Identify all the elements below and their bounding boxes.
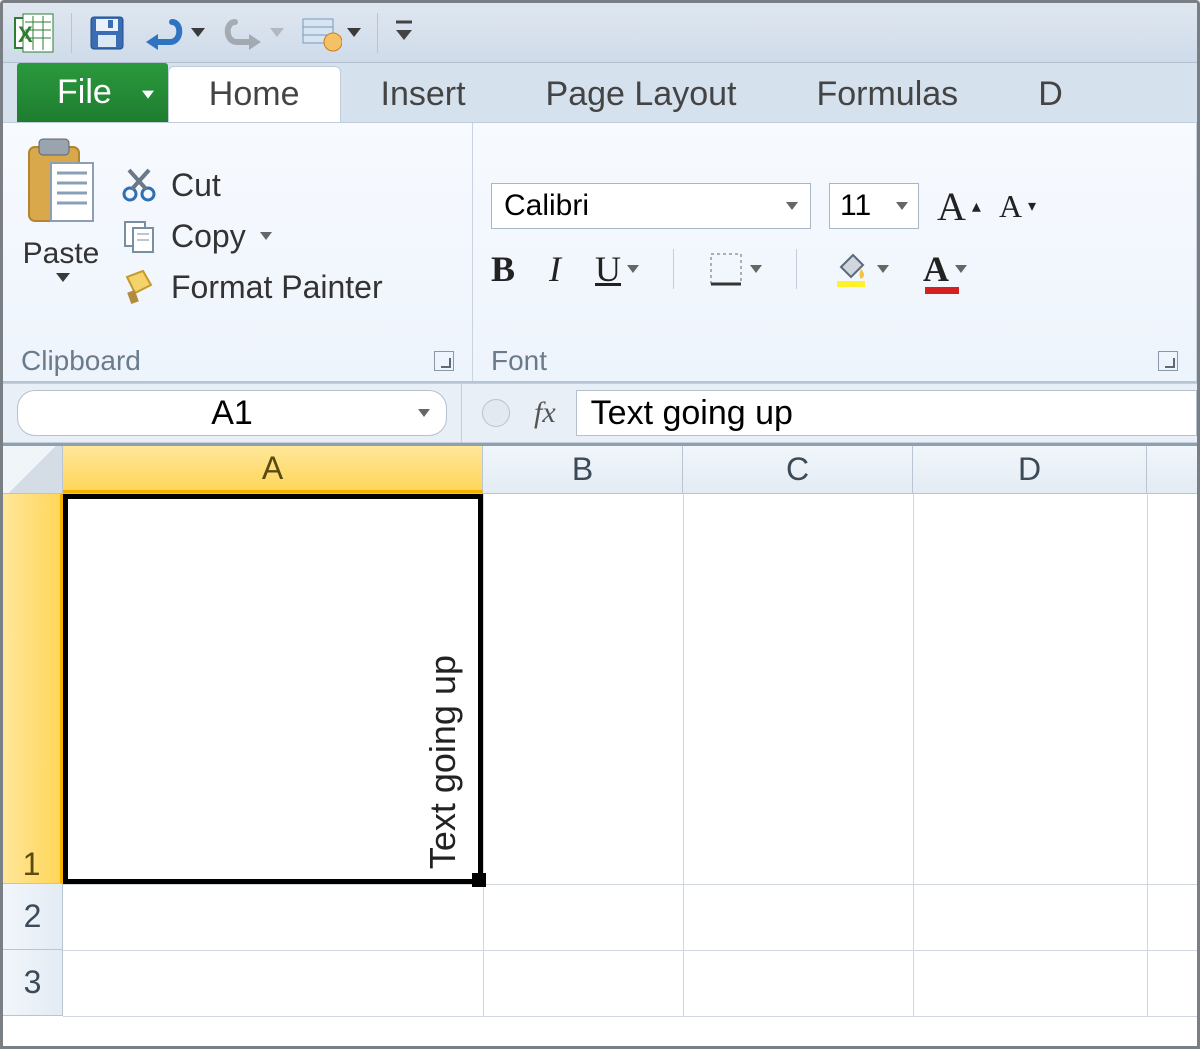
paintbrush-icon [121, 269, 157, 305]
format-painter-button[interactable]: Format Painter [121, 269, 383, 306]
tab-insert[interactable]: Insert [341, 67, 506, 122]
font-color-button[interactable]: A [923, 248, 967, 290]
fill-handle[interactable] [472, 873, 486, 887]
row-header-3[interactable]: 3 [3, 950, 63, 1016]
copy-button[interactable]: Copy [121, 218, 383, 255]
ribbon-tabs: File Home Insert Page Layout Formulas D [3, 63, 1197, 123]
separator [377, 13, 378, 53]
font-name-select[interactable]: Calibri [491, 183, 811, 229]
select-all-corner[interactable] [3, 446, 63, 493]
separator [71, 13, 72, 53]
bucket-icon [831, 249, 871, 289]
col-header-D[interactable]: D [913, 446, 1147, 493]
col-header-A[interactable]: A [63, 446, 483, 493]
increase-font-button[interactable]: A▴ [937, 183, 981, 230]
excel-app-icon[interactable]: X [13, 12, 55, 54]
copy-icon [121, 218, 157, 254]
font-dialog-launcher-icon[interactable] [1158, 351, 1178, 371]
name-box-dropdown-icon[interactable] [418, 409, 430, 417]
save-button[interactable] [88, 14, 126, 52]
cut-button[interactable]: Cut [121, 167, 383, 204]
bold-button[interactable]: B [491, 248, 515, 290]
column-headers: A B C D [3, 446, 1197, 494]
font-size-value: 11 [840, 189, 871, 223]
qat-extra-button[interactable] [300, 14, 361, 52]
separator [673, 249, 674, 289]
group-font: Calibri 11 A▴ A▾ B I U [473, 123, 1197, 381]
format-painter-label: Format Painter [171, 269, 383, 306]
cell-A1-text: Text going up [422, 655, 464, 869]
tab-home[interactable]: Home [168, 66, 341, 122]
border-button[interactable] [708, 251, 762, 287]
col-header-C[interactable]: C [683, 446, 913, 493]
svg-text:X: X [18, 22, 33, 47]
row-header-1[interactable]: 1 [3, 494, 63, 884]
group-clipboard: Paste Cut [3, 123, 473, 381]
separator [796, 249, 797, 289]
italic-button[interactable]: I [549, 248, 561, 290]
undo-dropdown-icon[interactable] [191, 28, 205, 37]
ribbon: Paste Cut [3, 123, 1197, 383]
name-box-value: A1 [211, 394, 253, 433]
scissors-icon [121, 167, 157, 203]
name-box[interactable]: A1 [17, 390, 447, 436]
customize-qat-button[interactable] [394, 18, 414, 48]
font-size-select[interactable]: 11 [829, 183, 919, 229]
fx-icon[interactable]: fx [534, 396, 556, 430]
tab-page-layout[interactable]: Page Layout [506, 67, 777, 122]
clipboard-group-title: Clipboard [21, 345, 141, 377]
font-name-value: Calibri [504, 189, 589, 223]
font-size-dropdown-icon[interactable] [896, 202, 908, 210]
border-icon [708, 251, 744, 287]
formula-bar: A1 fx Text going up [3, 383, 1197, 443]
underline-dropdown-icon[interactable] [627, 265, 639, 273]
clipboard-dialog-launcher-icon[interactable] [434, 351, 454, 371]
paste-button[interactable]: Paste [21, 133, 101, 339]
cell-A1[interactable]: Text going up [63, 494, 483, 884]
tab-data-partial[interactable]: D [998, 67, 1103, 122]
border-dropdown-icon[interactable] [750, 265, 762, 273]
col-header-B[interactable]: B [483, 446, 683, 493]
extra-dropdown-icon[interactable] [347, 28, 361, 37]
font-color-dropdown-icon[interactable] [955, 265, 967, 273]
fill-dropdown-icon[interactable] [877, 265, 889, 273]
decrease-font-button[interactable]: A▾ [999, 188, 1036, 225]
copy-dropdown-icon[interactable] [260, 232, 272, 240]
tab-file[interactable]: File [17, 63, 168, 122]
formula-value: Text going up [591, 394, 793, 433]
row-header-2[interactable]: 2 [3, 884, 63, 950]
font-name-dropdown-icon[interactable] [786, 202, 798, 210]
font-group-title: Font [491, 345, 547, 377]
paste-label: Paste [23, 237, 100, 271]
tab-formulas[interactable]: Formulas [776, 67, 998, 122]
fill-color-button[interactable] [831, 249, 889, 289]
font-color-swatch [925, 287, 959, 294]
formula-input[interactable]: Text going up [576, 390, 1197, 436]
cut-label: Cut [171, 167, 221, 204]
copy-label: Copy [171, 218, 246, 255]
paste-dropdown-icon[interactable] [56, 273, 70, 282]
underline-button[interactable]: U [595, 248, 639, 290]
redo-dropdown-icon[interactable] [270, 28, 284, 37]
redo-button[interactable] [221, 14, 284, 52]
cancel-icon[interactable] [482, 399, 510, 427]
worksheet-grid: A B C D 1 2 3 Text going up [3, 443, 1197, 1016]
row-headers: 1 2 3 [3, 494, 63, 1016]
undo-button[interactable] [142, 14, 205, 52]
quick-access-toolbar: X [3, 3, 1197, 63]
